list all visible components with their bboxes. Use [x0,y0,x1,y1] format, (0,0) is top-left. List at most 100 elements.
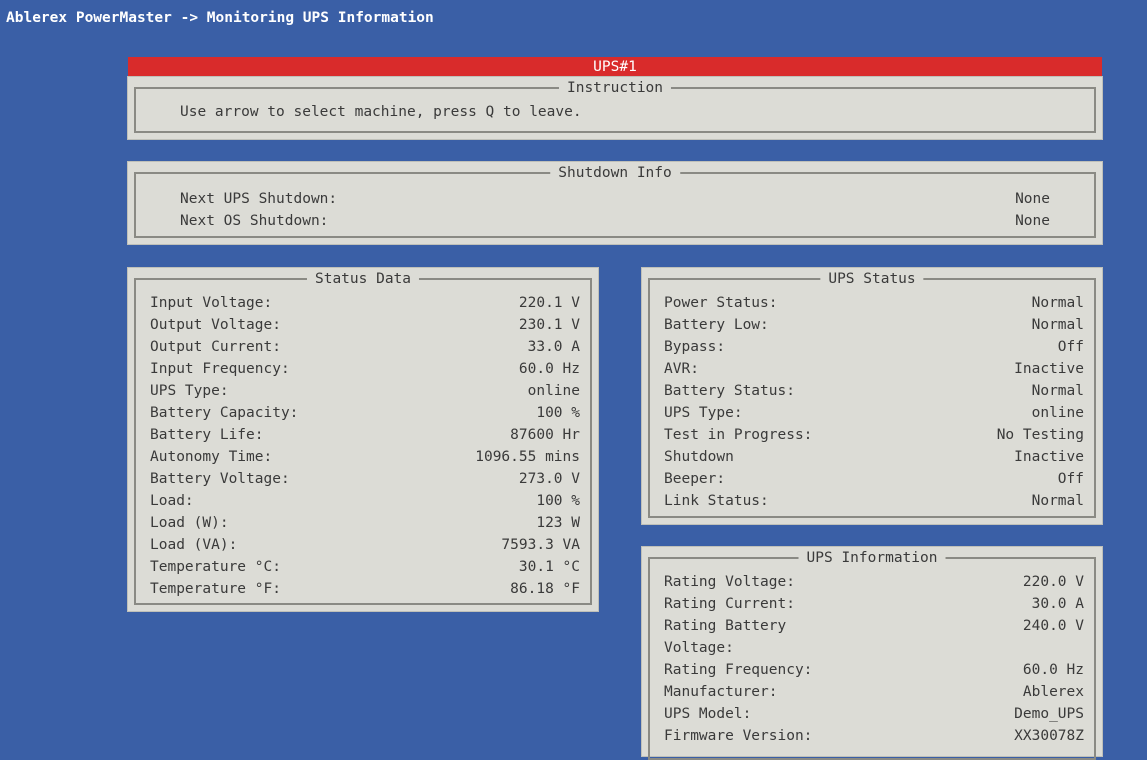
status-data-label: Load (VA): [150,537,238,553]
status-data-label: Battery Capacity: [150,405,299,421]
status-data-label: Temperature °F: [150,581,281,597]
status-data-row: Input Voltage: 220.1 V [150,292,580,314]
ups-information-row: Voltage: [664,637,1084,659]
instruction-title: Instruction [558,78,672,98]
ups-status-value: Inactive [1014,361,1084,377]
status-data-row: Battery Voltage: 273.0 V [150,468,580,490]
ups-status-label: Battery Status: [664,383,795,399]
status-data-label: Input Frequency: [150,361,290,377]
status-data-value: 100 % [536,493,580,509]
status-data-value: 30.1 °C [518,559,580,575]
ups-status-label: Power Status: [664,295,778,311]
status-data-label: Temperature °C: [150,559,281,575]
ups-status-row: Test in Progress: No Testing [664,424,1084,446]
ups-information-title: UPS Information [798,548,946,568]
ups-status-label: Shutdown [664,449,734,465]
ups-status-value: Normal [1031,493,1084,509]
status-data-value: 87600 Hr [510,427,580,443]
shutdown-info-label: Next OS Shutdown: [180,213,329,229]
status-data-value: 1096.55 mins [475,449,580,465]
ups-status-label: UPS Type: [664,405,743,421]
shutdown-info-value: None [1015,213,1050,229]
shutdown-info-label: Next UPS Shutdown: [180,191,338,207]
ups-status-row: Link Status: Normal [664,490,1084,512]
ups-information-panel: UPS Information Rating Voltage: 220.0 V Ra… [642,547,1102,760]
ups-status-label: Bypass: [664,339,726,355]
ups-information-label: Manufacturer: [664,684,778,700]
ups-information-label: Rating Battery [664,618,787,634]
ups-information-row: Rating Current: 30.0 A [664,593,1084,615]
status-data-value: online [527,383,580,399]
status-data-row: Temperature °F: 86.18 °F [150,578,580,600]
ups-status-label: AVR: [664,361,699,377]
status-data-value: 230.1 V [518,317,580,333]
ups-status-row: Bypass: Off [664,336,1084,358]
ups-information-label: Rating Frequency: [664,662,813,678]
ups-status-row: Battery Status: Normal [664,380,1084,402]
status-data-label: Battery Life: [150,427,264,443]
status-data-value: 7593.3 VA [501,537,580,553]
ups-information-value: 60.0 Hz [1022,662,1084,678]
status-data-row: Temperature °C: 30.1 °C [150,556,580,578]
ups-header-bar: UPS#1 [128,57,1102,77]
ups-status-row: AVR: Inactive [664,358,1084,380]
ups-information-value: XX30078Z [1014,728,1084,744]
status-data-label: Battery Voltage: [150,471,290,487]
status-data-panel: Status Data Input Voltage: 220.1 V Output … [128,268,598,611]
ups-information-value: Ablerex [1022,684,1084,700]
instruction-text: Use arrow to select machine, press Q to … [180,104,582,120]
ups-status-value: Normal [1031,317,1084,333]
ups-status-label: Beeper: [664,471,726,487]
ups-status-value: Off [1057,471,1084,487]
ups-information-row: Manufacturer: Ablerex [664,681,1084,703]
ups-information-row: UPS Model: Demo_UPS [664,703,1084,725]
status-data-value: 33.0 A [527,339,580,355]
status-data-value: 220.1 V [518,295,580,311]
ups-status-value: online [1031,405,1084,421]
ups-status-row: Shutdown Inactive [664,446,1084,468]
status-data-title: Status Data [306,269,420,289]
instruction-frame: Instruction Use arrow to select machine,… [134,78,1096,133]
shutdown-info-row: Next UPS Shutdown: None [180,188,1050,210]
status-data-label: UPS Type: [150,383,229,399]
ups-status-value: Normal [1031,295,1084,311]
status-data-label: Load (W): [150,515,229,531]
ups-information-frame: UPS Information Rating Voltage: 220.0 V Ra… [648,548,1096,760]
ups-status-row: UPS Type: online [664,402,1084,424]
ups-information-value: 240.0 V [1022,618,1084,634]
ups-information-value: 30.0 A [1031,596,1084,612]
ups-information-label: Rating Voltage: [664,574,795,590]
ups-status-value: No Testing [996,427,1084,443]
ups-information-label: Voltage: [664,640,734,656]
ups-status-label: Link Status: [664,493,769,509]
status-data-label: Input Voltage: [150,295,273,311]
status-data-frame: Status Data Input Voltage: 220.1 V Output … [134,269,592,605]
ups-information-value: 220.0 V [1022,574,1084,590]
status-data-value: 86.18 °F [510,581,580,597]
status-data-row: Output Voltage: 230.1 V [150,314,580,336]
status-data-row: UPS Type: online [150,380,580,402]
ups-status-label: Battery Low: [664,317,769,333]
status-data-row: Battery Capacity: 100 % [150,402,580,424]
ups-status-panel: UPS Status Power Status: Normal Battery Lo… [642,268,1102,524]
shutdown-info-value: None [1015,191,1050,207]
status-data-row: Autonomy Time: 1096.55 mins [150,446,580,468]
status-data-value: 273.0 V [518,471,580,487]
shutdown-info-title: Shutdown Info [550,163,680,183]
status-data-row: Output Current: 33.0 A [150,336,580,358]
ups-information-label: Rating Current: [664,596,795,612]
window-title: Ablerex PowerMaster -> Monitoring UPS In… [6,10,434,26]
ups-status-title: UPS Status [820,269,924,289]
ups-status-label: Test in Progress: [664,427,813,443]
status-data-label: Load: [150,493,194,509]
ups-information-row: Rating Battery 240.0 V [664,615,1084,637]
ups-status-row: Battery Low: Normal [664,314,1084,336]
ups-information-row: Rating Voltage: 220.0 V [664,571,1084,593]
status-data-row: Load (VA): 7593.3 VA [150,534,580,556]
instruction-panel: Instruction Use arrow to select machine,… [128,77,1102,139]
ups-status-value: Inactive [1014,449,1084,465]
shutdown-info-row: Next OS Shutdown: None [180,210,1050,232]
ups-status-row: Power Status: Normal [664,292,1084,314]
ups-status-value: Off [1057,339,1084,355]
status-data-row: Load: 100 % [150,490,580,512]
